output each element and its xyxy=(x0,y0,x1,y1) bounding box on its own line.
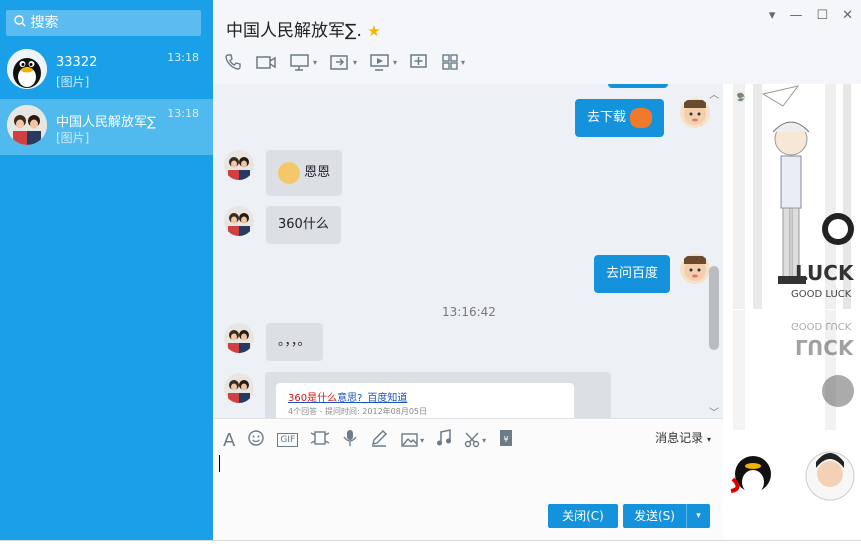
card-link[interactable]: 360是什么意思?_百度知道 xyxy=(288,389,562,404)
contact-time: 13:18 xyxy=(167,107,199,120)
svg-text:LUCK: LUCK xyxy=(795,261,855,285)
message-text: 去问百度 xyxy=(606,266,659,281)
contact-item-selected[interactable]: 中国人民解放军∑ [图片] 13:18 xyxy=(0,99,213,155)
window-controls: ▾ — ☐ ✕ xyxy=(769,8,853,23)
card-link-highlight: 360是什么 xyxy=(288,393,338,404)
search-input[interactable]: 搜索 xyxy=(6,10,201,36)
send-button-label: 发送(S) xyxy=(634,509,675,523)
svg-text:GOOD LUCK: GOOD LUCK xyxy=(791,320,852,331)
avatar xyxy=(680,98,710,128)
search-icon xyxy=(14,10,26,36)
message-text: 。，，。 xyxy=(278,334,311,349)
avatar xyxy=(680,254,710,284)
message-bubble: 去问百度 xyxy=(594,255,671,293)
font-icon[interactable]: A xyxy=(223,430,235,451)
chat-window: 搜索 33322 [图片] 13:18 中国人民解放军∑ [图片] 13:18 … xyxy=(0,0,861,546)
message-bubble: 去下载 xyxy=(575,99,665,137)
scrollbar[interactable] xyxy=(709,266,719,350)
gif-icon[interactable]: GIF xyxy=(277,433,299,447)
video-clip-icon[interactable] xyxy=(310,429,330,451)
avatar xyxy=(224,373,254,403)
conversation-title: 中国人民解放军∑. xyxy=(226,21,362,41)
svg-text:GOOD LUCK: GOOD LUCK xyxy=(791,289,852,300)
message-history-button[interactable]: 消息记录 ▾ xyxy=(655,429,711,446)
avatar xyxy=(224,323,254,353)
svg-text:¥: ¥ xyxy=(504,435,509,444)
send-file-icon[interactable]: ▾ xyxy=(329,52,357,72)
emoji-icon[interactable] xyxy=(247,429,265,451)
music-icon[interactable] xyxy=(436,429,452,451)
chevron-down-icon: ▾ xyxy=(706,435,711,444)
decorative-side-panel: LUCK GOOD LUCK LUCK GOOD LUCK xyxy=(723,84,861,540)
link-card[interactable]: 360是什么意思?_百度知道 4个回答 - 提问时间: 2012年08月05日 xyxy=(276,383,574,418)
close-icon[interactable]: ✕ xyxy=(842,8,853,23)
avatar xyxy=(7,49,47,89)
message-timestamp: 13:16:42 xyxy=(442,305,496,319)
maximize-icon[interactable]: ☐ xyxy=(816,8,828,23)
close-button-label: 关闭(C) xyxy=(562,509,604,523)
avatar xyxy=(224,206,254,236)
hug-emoji-icon xyxy=(278,161,300,184)
avatar xyxy=(7,105,47,145)
scroll-up-icon[interactable]: ︿ xyxy=(709,86,719,101)
avatar xyxy=(224,150,254,180)
contact-preview: [图片] xyxy=(56,75,90,89)
video-call-icon[interactable] xyxy=(255,52,277,72)
image-icon[interactable]: ▾ xyxy=(400,431,424,449)
apps-grid-icon[interactable]: ▾ xyxy=(441,53,465,71)
svg-text:LUCK: LUCK xyxy=(795,335,855,359)
contact-sidebar: 搜索 33322 [图片] 13:18 中国人民解放军∑ [图片] 13:18 xyxy=(0,0,213,540)
message-list[interactable]: 去下载 恩恩 360什么 去问百度 13:16:42 。，，。 360是什么意思… xyxy=(213,84,723,418)
message-bubble: 360什么 xyxy=(266,206,341,244)
close-button[interactable]: 关闭(C) xyxy=(548,504,618,528)
contact-name: 中国人民解放军∑ xyxy=(56,115,156,130)
card-link-text: 意思?_百度知道 xyxy=(337,393,408,404)
history-label: 消息记录 xyxy=(655,431,704,445)
microphone-icon[interactable] xyxy=(342,429,358,451)
message-text: 去下载 xyxy=(587,110,627,125)
window-bottom-edge xyxy=(0,540,861,546)
message-text: 恩恩 xyxy=(304,165,331,180)
link-card-bubble: 360是什么意思?_百度知道 4个回答 - 提问时间: 2012年08月05日 xyxy=(265,372,611,418)
message-bubble: 。，，。 xyxy=(266,323,323,361)
input-area: A GIF ▾ ▾ ¥ 消息记录 ▾ 关闭(C) 发送(S) ▾ xyxy=(213,418,723,540)
conversation-panel: 中国人民解放军∑. ★ ▾ — ☐ ✕ ▾ ▾ ▾ ▾ 去下载 恩恩 360什么… xyxy=(213,0,861,540)
contact-time: 13:18 xyxy=(167,51,199,64)
chat-toolbar: ▾ ▾ ▾ ▾ xyxy=(223,52,465,72)
scissors-icon[interactable]: ▾ xyxy=(464,431,486,449)
dropdown-icon[interactable]: ▾ xyxy=(769,8,776,23)
contact-preview: [图片] xyxy=(56,131,90,145)
pen-icon[interactable] xyxy=(370,429,388,451)
angry-emoji-icon xyxy=(630,107,653,128)
card-meta: 4个回答 - 提问时间: 2012年08月05日 xyxy=(288,407,428,416)
remote-desktop-icon[interactable]: ▾ xyxy=(369,52,397,72)
screen-share-icon[interactable]: ▾ xyxy=(289,52,317,72)
send-options-icon[interactable]: ▾ xyxy=(686,504,710,528)
cartoon-decoration-icon: LUCK GOOD LUCK LUCK GOOD LUCK xyxy=(723,84,861,540)
message-bubble: 恩恩 xyxy=(266,150,343,196)
message-input[interactable] xyxy=(213,449,723,499)
contact-name: 33322 xyxy=(56,55,98,70)
search-placeholder: 搜索 xyxy=(30,15,59,31)
new-discussion-icon[interactable] xyxy=(409,52,429,72)
scroll-down-icon[interactable]: ﹀ xyxy=(709,404,719,418)
send-button[interactable]: 发送(S) ▾ xyxy=(623,504,710,528)
contact-item[interactable]: 33322 [图片] 13:18 xyxy=(0,43,213,99)
page-title: 中国人民解放军∑. ★ xyxy=(226,16,381,41)
input-toolbar: A GIF ▾ ▾ ¥ xyxy=(223,429,514,451)
minimize-icon[interactable]: — xyxy=(789,8,802,23)
phone-icon[interactable] xyxy=(223,52,243,72)
red-packet-icon[interactable]: ¥ xyxy=(498,429,514,451)
message-text: 360什么 xyxy=(278,217,329,232)
star-icon: ★ xyxy=(367,22,381,40)
message-bubble-partial xyxy=(608,84,668,88)
